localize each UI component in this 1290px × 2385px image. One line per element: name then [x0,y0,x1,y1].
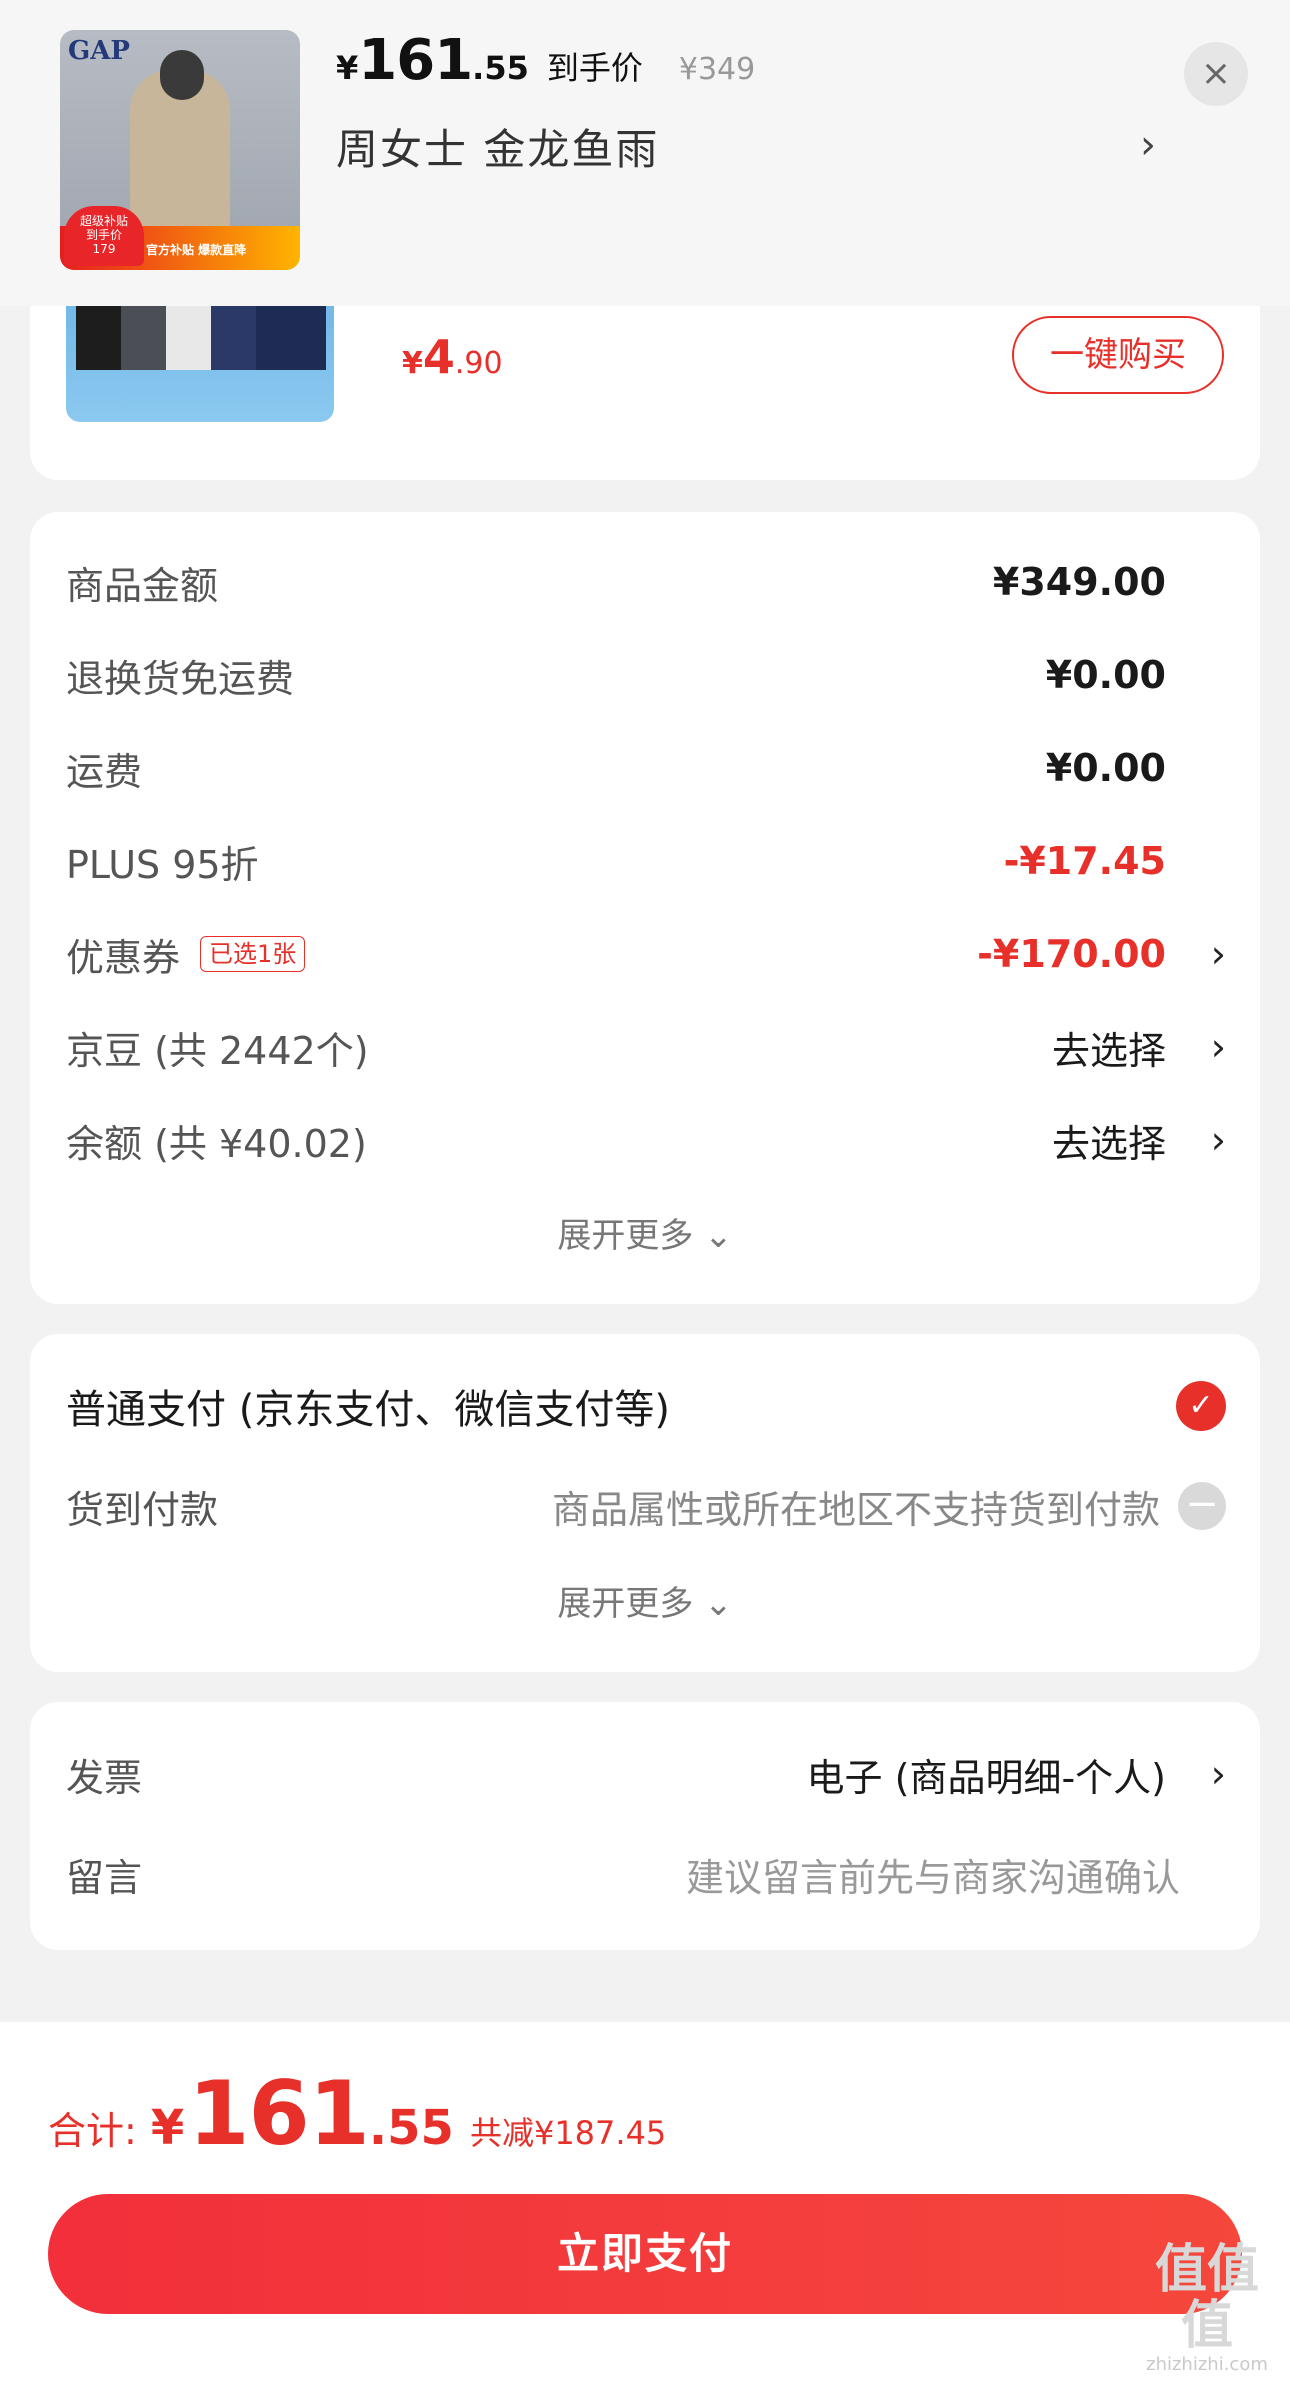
watermark-logo: 值值值 [1154,2240,1259,2356]
close-button[interactable]: × [1184,42,1248,106]
site-watermark: 值值值 zhizhizhi.com [1132,2242,1282,2375]
product-summary-bar[interactable]: GAP 超级补贴 到手价 179 官方补贴 爆款直降 ¥ 161 .55 到手价… [0,0,1290,306]
promo-price-value: 179 [92,242,116,256]
chevron-right-icon[interactable]: › [1211,1752,1226,1796]
price-currency: ¥ [336,49,359,87]
rec-price-currency: ¥ [402,346,423,381]
recommend-price: ¥ 4 .90 [402,330,503,384]
cod-label: 货到付款 [66,1487,219,1532]
rec-price-decimal: .90 [454,346,503,381]
cod-note: 商品属性或所在地区不支持货到付款 [551,1487,1160,1532]
row-jingdou[interactable]: 京豆 (共 2442个) 去选择 › [66,1017,1226,1077]
row-return-shipping: 退换货免运费 ¥0.00 [66,645,1226,705]
rec-price-integer: 4 [422,330,455,384]
total-decimal: .55 [368,2100,454,2156]
total-currency: ¥ [150,2100,185,2156]
row-coupon[interactable]: 优惠券 已选1张 -¥170.00 › [66,924,1226,984]
one-click-buy-button[interactable]: 一键购买 [1012,316,1224,394]
message-label: 留言 [66,1855,143,1900]
invoice-label: 发票 [66,1755,143,1800]
row-value[interactable]: 去选择 [1052,1113,1166,1168]
message-input[interactable]: 建议留言前先与商家沟通确认 [686,1847,1180,1902]
payment-option-normal[interactable]: 普通支付 (京东支付、微信支付等) ✓ [66,1376,1226,1436]
coupon-selected-badge: 已选1张 [200,936,306,972]
price-decimal: .55 [472,49,529,87]
row-balance[interactable]: 余额 (共 ¥40.02) 去选择 › [66,1110,1226,1170]
total-integer: 161 [188,2062,370,2165]
address-name[interactable]: 周女士 金龙鱼雨 [336,116,659,177]
invoice-value[interactable]: 电子 (商品明细-个人) [807,1747,1166,1802]
total-saved: 共减¥187.45 [469,2114,667,2152]
coupon-label: 优惠券 [66,935,181,980]
row-label: PLUS 95折 [66,842,259,887]
row-value: ¥349.00 [992,560,1166,604]
row-value: ¥0.00 [1045,746,1166,790]
row-value: ¥0.00 [1045,653,1166,697]
original-price: ¥349 [678,52,756,87]
brand-logo: GAP [68,36,130,66]
expand-more-button[interactable]: 展开更多 ⌄ [30,1208,1260,1257]
chevron-right-icon[interactable]: › [1211,1118,1226,1162]
price-integer: 161 [358,28,473,93]
chevron-right-icon[interactable]: › [1140,122,1156,168]
final-price: ¥ 161 .55 到手价 ¥349 [336,28,755,108]
chevron-right-icon[interactable]: › [1211,1025,1226,1069]
total-label: 合计: [48,2109,137,2153]
model-head [160,50,204,100]
row-value[interactable]: 去选择 [1052,1020,1166,1075]
price-breakdown-card: 商品金额 ¥349.00 退换货免运费 ¥0.00 运费 ¥0.00 PLUS … [30,512,1260,1304]
promo-line1: 超级补贴 [79,214,128,228]
payment-normal-label: 普通支付 (京东支付、微信支付等) [66,1387,670,1433]
row-value: -¥170.00 [977,932,1166,976]
payment-option-cod: 货到付款 商品属性或所在地区不支持货到付款 − [66,1476,1226,1536]
expand-more-button[interactable]: 展开更多 ⌄ [30,1576,1260,1625]
checkout-bar: 合计: ¥ 161 .55 共减¥187.45 立即支付 值值值 zhizhiz… [0,2022,1290,2385]
row-label: 京豆 (共 2442个) [66,1028,369,1073]
row-shipping: 运费 ¥0.00 [66,738,1226,798]
row-value: -¥17.45 [1003,839,1166,883]
disabled-icon: − [1178,1482,1226,1530]
invoice-card: 发票 电子 (商品明细-个人) › 留言 建议留言前先与商家沟通确认 [30,1702,1260,1950]
pay-now-button[interactable]: 立即支付 [48,2194,1242,2314]
row-label: 商品金额 [66,563,219,608]
row-label: 退换货免运费 [66,656,295,701]
promo-line2: 到手价 [85,228,122,242]
recommend-thumbnail[interactable] [66,290,334,422]
payment-method-card: 普通支付 (京东支付、微信支付等) ✓ 货到付款 商品属性或所在地区不支持货到付… [30,1334,1260,1672]
row-message[interactable]: 留言 建议留言前先与商家沟通确认 [66,1844,1226,1904]
promo-price-badge: 超级补贴 到手价 179 [64,206,144,266]
row-plus-discount: PLUS 95折 -¥17.45 [66,831,1226,891]
watermark-url: zhizhizhi.com [1146,2354,1268,2375]
check-icon[interactable]: ✓ [1176,1381,1226,1431]
product-thumbnail: GAP 超级补贴 到手价 179 官方补贴 爆款直降 [60,30,300,270]
promo-text: 官方补贴 爆款直降 [146,243,247,257]
row-label: 运费 [66,749,143,794]
price-label: 到手价 [546,49,643,87]
row-invoice[interactable]: 发票 电子 (商品明细-个人) › [66,1744,1226,1804]
row-label: 余额 (共 ¥40.02) [66,1121,367,1166]
row-goods-amount: 商品金额 ¥349.00 [66,552,1226,612]
total-amount: 合计: ¥ 161 .55 共减¥187.45 [48,2062,666,2172]
chevron-right-icon[interactable]: › [1211,932,1226,976]
row-label: 优惠券 已选1张 [66,927,306,982]
